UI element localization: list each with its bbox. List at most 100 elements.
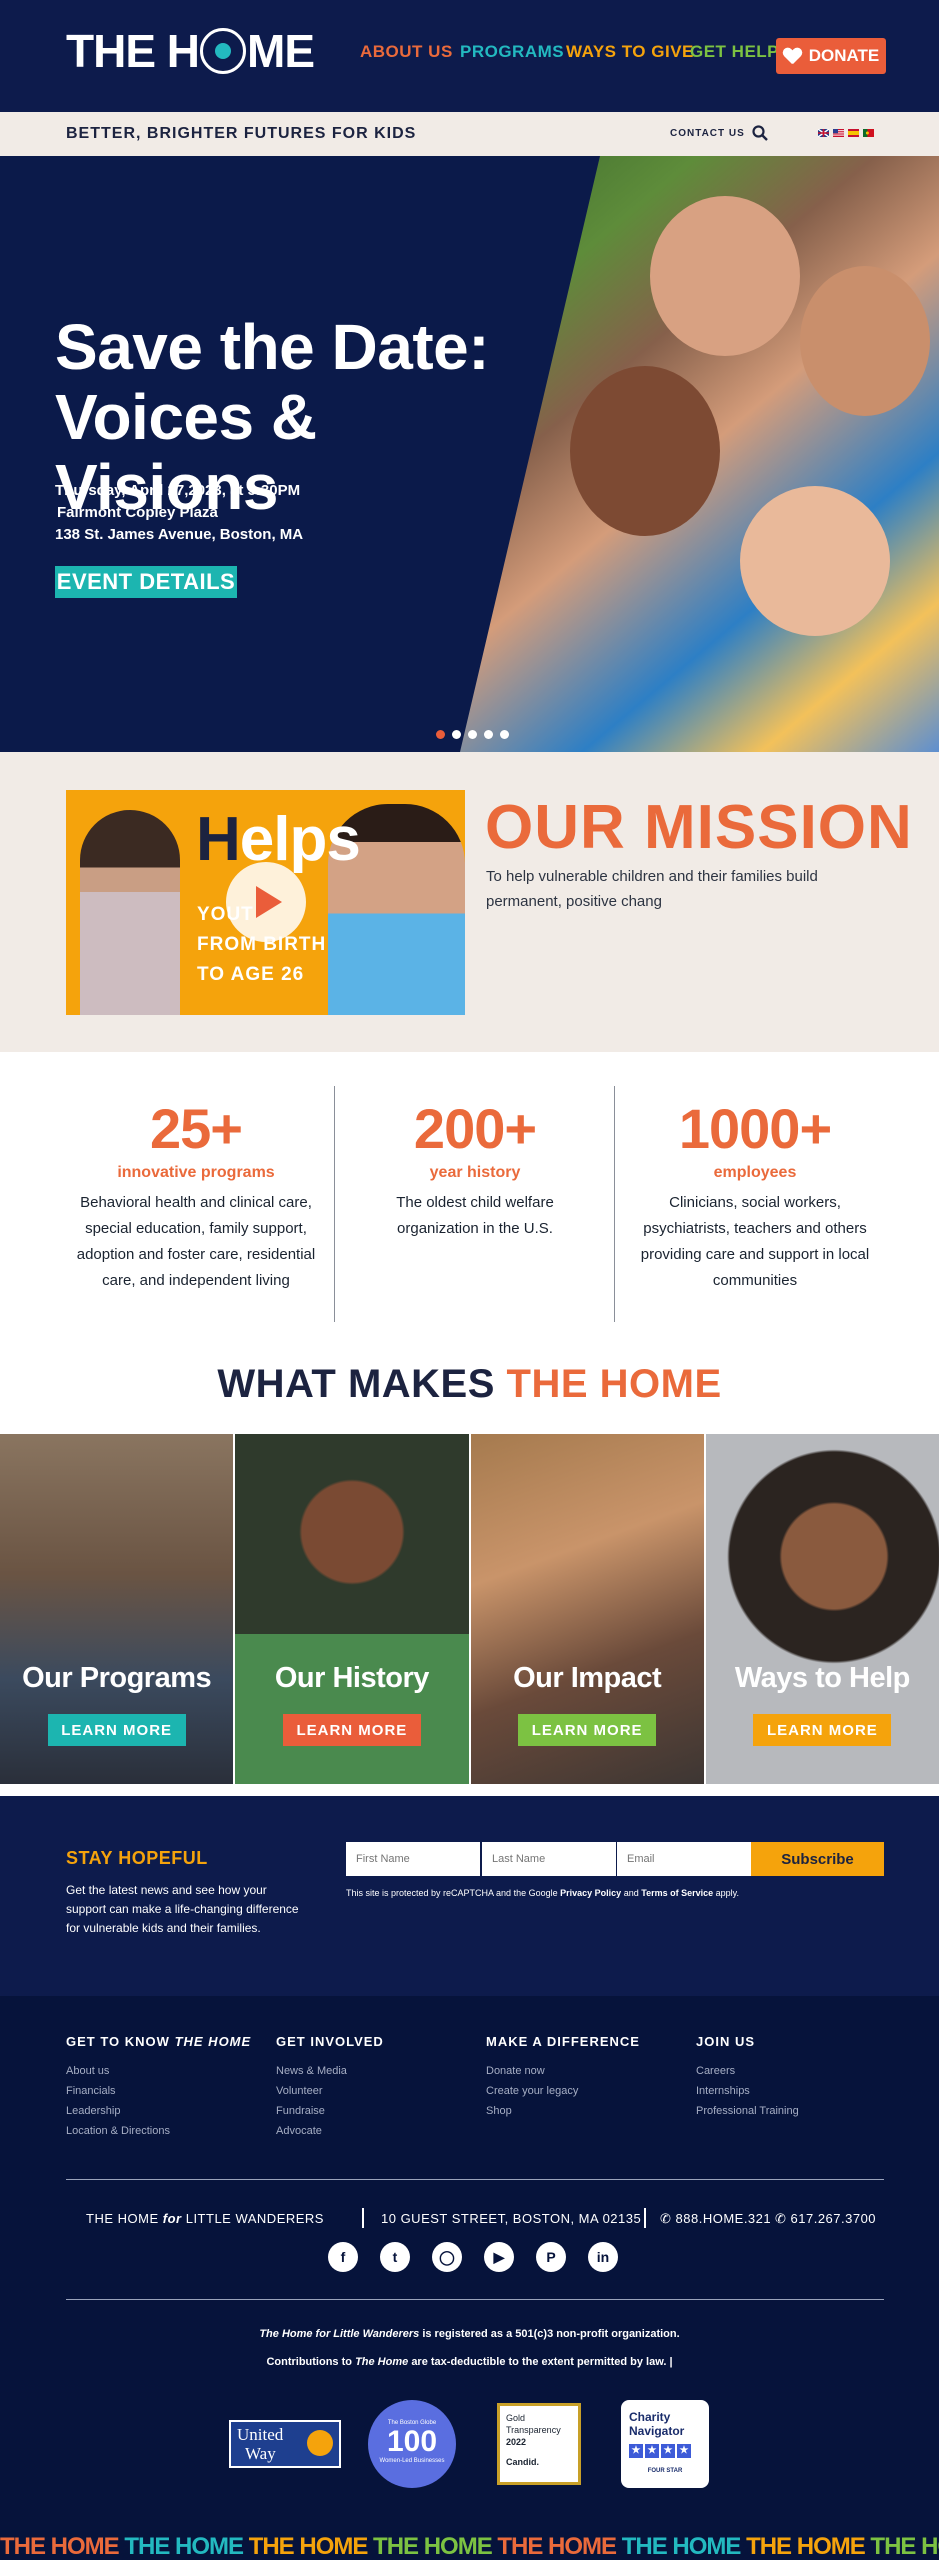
us-flag-icon[interactable]	[833, 129, 844, 137]
event-details-button[interactable]: EVENT DETAILS	[55, 566, 237, 598]
footer-link[interactable]: Location & Directions	[66, 2121, 251, 2141]
carousel-dot-5[interactable]	[500, 730, 509, 739]
legal-tax-name: The Home	[355, 2356, 409, 2368]
youtube-icon[interactable]: ▶	[484, 2242, 514, 2272]
last-name-input[interactable]	[482, 1842, 616, 1876]
donate-label: DONATE	[808, 46, 880, 65]
footer-link[interactable]: Donate now	[486, 2061, 640, 2081]
site-logo[interactable]: THE H ME	[66, 25, 315, 77]
carousel-dot-4[interactable]	[484, 730, 493, 739]
mission-video[interactable]: Helps YOUT FROM BIRTH TO AGE 26	[66, 790, 465, 1015]
learn-more-button[interactable]: LEARN MORE	[753, 1714, 892, 1746]
candid-badge[interactable]: Gold Transparency 2022 Candid.	[497, 2403, 581, 2485]
footer-link[interactable]: News & Media	[276, 2061, 384, 2081]
learn-more-button[interactable]: LEARN MORE	[518, 1714, 657, 1746]
carousel-dot-1[interactable]	[436, 730, 445, 739]
recaptcha-notice: This site is protected by reCAPTCHA and …	[346, 1888, 739, 1898]
footer-link[interactable]: Financials	[66, 2081, 251, 2101]
privacy-policy-link[interactable]: Privacy Policy	[560, 1888, 621, 1898]
nav-programs[interactable]: PROGRAMS	[460, 42, 564, 62]
phone-2-text: 617.267.3700	[790, 2211, 877, 2226]
footer-link[interactable]: Fundraise	[276, 2101, 384, 2121]
linkedin-icon[interactable]: in	[588, 2242, 618, 2272]
candid-text-1: Gold	[506, 2413, 526, 2423]
bbj-number: 100	[386, 2425, 438, 2458]
bbj-100-badge[interactable]: The Boston Globe 100 Women-Led Businesse…	[368, 2400, 456, 2488]
stat-number: 200+	[413, 1097, 537, 1160]
star-icon: ★	[661, 2444, 675, 2458]
learn-more-button[interactable]: LEARN MORE	[282, 1714, 421, 1746]
newsletter-section: STAY HOPEFUL Get the latest news and see…	[0, 1796, 939, 1996]
tile-our-programs[interactable]: Our Programs LEARN MORE	[0, 1434, 234, 1784]
footer-heading: GET INVOLVED	[276, 2034, 384, 2049]
footer-link[interactable]: Volunteer	[276, 2081, 384, 2101]
carousel-dot-3[interactable]	[468, 730, 477, 739]
footer-heading-em: THE HOME	[174, 2034, 252, 2049]
search-icon[interactable]	[752, 125, 768, 141]
footer-col-join-us: JOIN US Careers Internships Professional…	[696, 2034, 799, 2121]
social-links: f t ◯ ▶ P in	[328, 2242, 618, 2272]
face-3	[740, 486, 890, 636]
heart-icon	[783, 48, 801, 64]
play-icon[interactable]	[226, 862, 306, 942]
feature-tiles: Our Programs LEARN MORE Our History LEAR…	[0, 1434, 939, 1784]
carousel-dot-2[interactable]	[452, 730, 461, 739]
newsletter-text: Get the latest news and see how your sup…	[66, 1883, 299, 1935]
org-name-for: for	[162, 2211, 182, 2226]
stat-label: year history	[429, 1164, 521, 1181]
footer-col-get-involved: GET INVOLVED News & Media Volunteer Fund…	[276, 2034, 384, 2141]
tile-our-impact[interactable]: Our Impact LEARN MORE	[470, 1434, 704, 1784]
hero-banner: Save the Date: Voices & Visions Thursday…	[0, 156, 939, 752]
united-way-badge[interactable]: United Way	[229, 2420, 341, 2468]
top-header: THE H ME ABOUT US PROGRAMS WAYS TO GIVE …	[0, 0, 939, 112]
stat-divider	[614, 1086, 615, 1322]
nav-get-help[interactable]: GET HELP	[690, 42, 779, 62]
footer-link[interactable]: Internships	[696, 2081, 799, 2101]
facebook-icon[interactable]: f	[328, 2242, 358, 2272]
brand-strip-item: THE HOME	[621, 2534, 742, 2560]
pinterest-icon[interactable]: P	[536, 2242, 566, 2272]
subscribe-button[interactable]: Subscribe	[751, 1842, 884, 1876]
footer-link[interactable]: Shop	[486, 2101, 640, 2121]
logo-text-left: THE H	[66, 25, 200, 77]
footer-link[interactable]: About us	[66, 2061, 251, 2081]
tagline: BETTER, BRIGHTER FUTURES FOR KIDS	[66, 125, 417, 142]
charity-navigator-badge[interactable]: Charity Navigator ★ ★ ★ ★ FOUR STAR	[621, 2400, 709, 2488]
stat-label: employees	[713, 1164, 797, 1181]
footer-link[interactable]: Professional Training	[696, 2101, 799, 2121]
legal-org-name: The Home for Little Wanderers	[259, 2328, 420, 2340]
united-way-logo: United Way	[231, 2422, 339, 2466]
nav-ways-to-give[interactable]: WAYS TO GIVE	[566, 42, 694, 62]
contact-us-link[interactable]: CONTACT US	[670, 128, 745, 139]
spain-flag-icon[interactable]	[848, 129, 859, 137]
footer-org-name: THE HOME for LITTLE WANDERERS	[86, 2211, 324, 2226]
first-name-input[interactable]	[346, 1842, 480, 1876]
learn-more-button[interactable]: LEARN MORE	[47, 1714, 186, 1746]
tile-our-history[interactable]: Our History LEARN MORE	[235, 1434, 469, 1784]
footer-phone-1[interactable]: ✆ 888.HOME.321	[660, 2211, 771, 2227]
footer-link[interactable]: Careers	[696, 2061, 799, 2081]
newsletter-title: STAY HOPEFUL	[66, 1848, 208, 1868]
footer-heading: JOIN US	[696, 2034, 756, 2049]
footer-link[interactable]: Create your legacy	[486, 2081, 640, 2101]
footer-link[interactable]: Advocate	[276, 2121, 384, 2141]
brand-strip-item: THE HOME	[373, 2534, 493, 2560]
video-person-left	[80, 810, 180, 1015]
legal-nonprofit-text: is registered as a 501(c)3 non-profit or…	[422, 2328, 680, 2340]
tile-title: Our History	[274, 1662, 430, 1694]
footer-phone-2[interactable]: ✆ 617.267.3700	[775, 2211, 876, 2227]
uk-flag-icon[interactable]	[818, 129, 829, 137]
phone-1-text: 888.HOME.321	[675, 2211, 772, 2226]
portugal-flag-icon[interactable]	[863, 129, 874, 137]
terms-link[interactable]: Terms of Service	[641, 1888, 713, 1898]
footer-link[interactable]: Leadership	[66, 2101, 251, 2121]
tile-ways-to-help[interactable]: Ways to Help LEARN MORE	[705, 1434, 939, 1784]
donate-button[interactable]: DONATE	[776, 38, 886, 74]
footer-heading-text: GET TO KNOW	[66, 2034, 170, 2049]
nav-about-us[interactable]: ABOUT US	[360, 42, 453, 62]
history-shirt	[235, 1634, 469, 1784]
twitter-icon[interactable]: t	[380, 2242, 410, 2272]
candid-text-2: Transparency	[506, 2425, 561, 2435]
email-input[interactable]	[617, 1842, 751, 1876]
instagram-icon[interactable]: ◯	[432, 2242, 462, 2272]
